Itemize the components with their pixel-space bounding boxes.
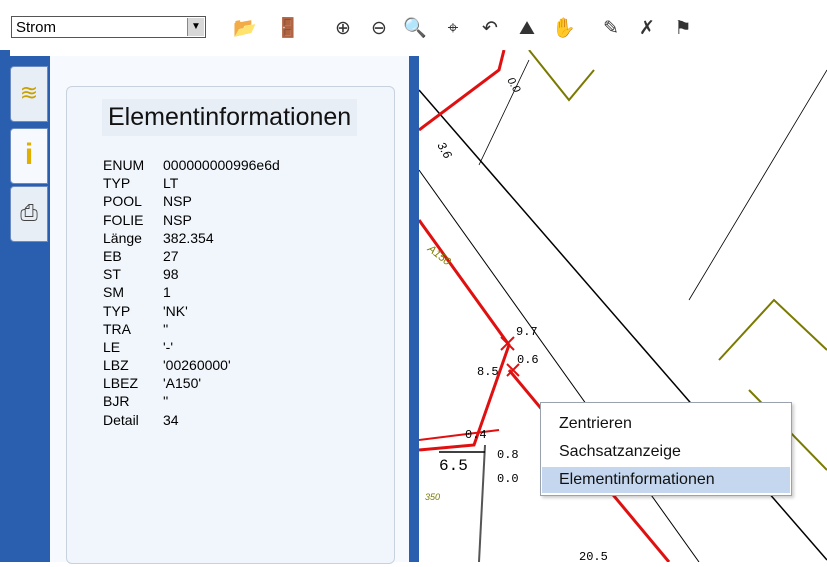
map-label: 350 xyxy=(425,492,440,502)
menu-item-elementinformationen[interactable]: Elementinformationen xyxy=(542,467,790,493)
attribute-value: NSP xyxy=(163,211,192,228)
flag-icon[interactable]: ⚑ xyxy=(670,16,696,42)
attribute-row: FOLIE NSP xyxy=(103,212,280,230)
exit-door-icon[interactable]: 🚪 xyxy=(275,16,301,42)
attribute-value: 27 xyxy=(163,247,179,264)
parcel-line xyxy=(718,298,827,361)
attribute-value: '' xyxy=(163,320,169,337)
attribute-row: TYP 'NK' xyxy=(103,303,280,321)
zoom-out-icon[interactable]: ⊖ xyxy=(366,16,392,42)
attribute-row: SM 1 xyxy=(103,284,280,302)
cable-line xyxy=(418,429,500,441)
chevron-down-icon[interactable]: ▼ xyxy=(187,18,204,36)
attribute-value: 'A150' xyxy=(163,375,202,392)
attribute-list: ENUM 000000000996e6d TYP LT POOL NSP FOLIE NSP L… xyxy=(103,157,280,430)
map-label: 0.8 xyxy=(497,448,519,462)
attribute-key: LBZ xyxy=(103,357,129,374)
attribute-value: LT xyxy=(163,175,179,192)
road-edge-line xyxy=(418,169,700,563)
context-menu: Zentrieren Sachsatzanzeige Elementinformat… xyxy=(540,402,792,496)
attribute-row: Länge 382.354 xyxy=(103,230,280,248)
parcel-line xyxy=(478,444,486,563)
attribute-row: ST 98 xyxy=(103,266,280,284)
map-label: 9.7 xyxy=(516,325,538,339)
map-label: 0.0 xyxy=(497,472,519,486)
map-label: 0.4 xyxy=(465,428,487,442)
zoom-in-icon[interactable]: ⊕ xyxy=(330,16,356,42)
attribute-value: '00260000' xyxy=(163,357,231,374)
measure-icon[interactable]: ✎ xyxy=(598,16,624,42)
cable-line xyxy=(418,49,506,132)
layer-select[interactable]: Strom ▼ xyxy=(11,16,206,38)
info-icon[interactable]: i xyxy=(10,128,48,184)
attribute-value: 98 xyxy=(163,266,179,283)
left-accent-bar xyxy=(0,50,10,562)
menu-item-zentrieren[interactable]: Zentrieren xyxy=(542,411,790,437)
attribute-value: '' xyxy=(163,393,169,410)
info-panel: Elementinformationen ENUM 000000000996e6d… xyxy=(50,56,419,564)
hand-pan-icon[interactable]: ✋ xyxy=(551,16,577,42)
attribute-row: TRA '' xyxy=(103,321,280,339)
map-label: 20.5 xyxy=(579,550,608,562)
attribute-value: '-' xyxy=(163,338,174,355)
attribute-row: LBZ '00260000' xyxy=(103,357,280,375)
attribute-key: POOL xyxy=(103,193,142,210)
attribute-key: TYP xyxy=(103,302,131,319)
info-box: Elementinformationen ENUM 000000000996e6d… xyxy=(66,86,395,564)
attribute-row: Detail 34 xyxy=(103,412,280,430)
attribute-key: SM xyxy=(103,284,124,301)
tree-icon[interactable]: ⛰ xyxy=(514,16,540,42)
delete-measure-icon[interactable]: ✗ xyxy=(634,16,660,42)
attribute-value: 382.354 xyxy=(163,229,214,246)
parcel-line xyxy=(528,49,595,102)
side-tabs: ≋ i ⎙ xyxy=(10,56,50,562)
map-label: 8.5 xyxy=(477,365,499,379)
printer-icon[interactable]: ⎙ xyxy=(10,186,48,242)
attribute-key: EB xyxy=(103,247,122,264)
attribute-key: Länge xyxy=(103,229,142,246)
attribute-key: FOLIE xyxy=(103,211,144,228)
layer-select-value: Strom xyxy=(16,19,57,36)
thin-line xyxy=(478,59,530,166)
attribute-row: EB 27 xyxy=(103,248,280,266)
attribute-value: 'NK' xyxy=(163,302,188,319)
attribute-key: TYP xyxy=(103,175,131,192)
attribute-value: 1 xyxy=(163,284,171,301)
layers-icon[interactable]: ≋ xyxy=(10,66,48,122)
attribute-key: BJR xyxy=(103,393,130,410)
folder-open-icon[interactable]: 📂 xyxy=(232,16,258,42)
thin-line xyxy=(688,69,827,301)
attribute-key: LE xyxy=(103,338,121,355)
attribute-key: TRA xyxy=(103,320,131,337)
toolbar: Strom ▼ 📂 🚪 ⊕ ⊖ 🔍 ⌖ ↶ ⛰ ✋ ✎ ✗ ⚑ xyxy=(0,0,827,50)
attribute-key: Detail xyxy=(103,411,139,428)
undo-icon[interactable]: ↶ xyxy=(477,16,503,42)
map-label: 0.6 xyxy=(517,353,539,367)
menu-item-sachsatzanzeige[interactable]: Sachsatzanzeige xyxy=(542,439,790,465)
attribute-row: TYP LT xyxy=(103,175,280,193)
attribute-row: LBEZ 'A150' xyxy=(103,375,280,393)
attribute-row: ENUM 000000000996e6d xyxy=(103,157,280,175)
attribute-value: 34 xyxy=(163,411,179,428)
attribute-key: LBEZ xyxy=(103,375,139,392)
attribute-row: POOL NSP xyxy=(103,193,280,211)
attribute-key: ENUM xyxy=(103,157,145,173)
attribute-value: NSP xyxy=(163,193,192,210)
attribute-value: 000000000996e6d xyxy=(163,157,280,173)
map-label: 6.5 xyxy=(439,457,468,475)
panel-title: Elementinformationen xyxy=(102,99,358,136)
crosshair-icon[interactable]: ⌖ xyxy=(440,16,466,42)
attribute-key: ST xyxy=(103,266,121,283)
zoom-icon[interactable]: 🔍 xyxy=(402,16,428,42)
attribute-row: LE '-' xyxy=(103,339,280,357)
attribute-row: BJR '' xyxy=(103,393,280,411)
map-label: 3.6 xyxy=(434,140,455,162)
